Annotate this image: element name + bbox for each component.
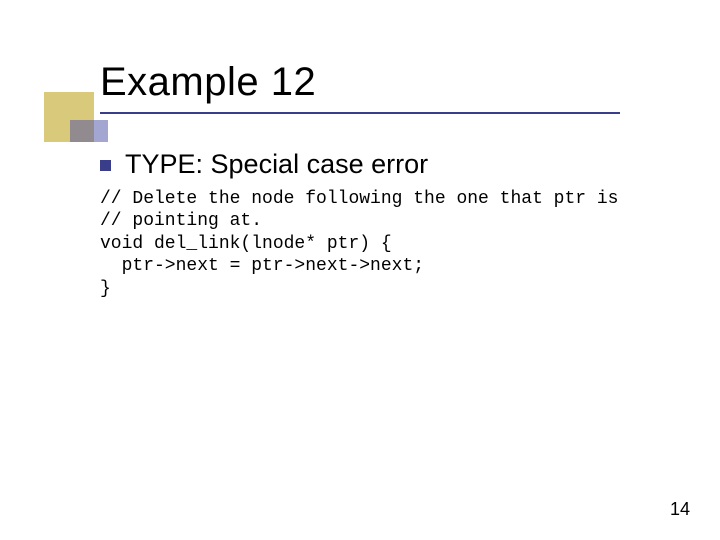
bullet-square-icon	[100, 160, 111, 171]
bullet-item: TYPE: Special case error	[100, 150, 670, 180]
slide-title: Example 12	[100, 60, 316, 105]
code-line-1: // Delete the node following the one tha…	[100, 189, 618, 209]
page-number: 14	[670, 499, 690, 520]
code-block: // Delete the node following the one tha…	[100, 188, 670, 301]
slide-body: TYPE: Special case error // Delete the n…	[100, 150, 670, 300]
code-line-2: // pointing at.	[100, 211, 262, 231]
slide: Example 12 TYPE: Special case error // D…	[0, 0, 720, 540]
title-accent-square-blue	[70, 120, 108, 142]
code-line-5: }	[100, 279, 111, 299]
bullet-text: TYPE: Special case error	[125, 150, 428, 180]
title-underline	[100, 112, 620, 114]
code-line-3: void del_link(lnode* ptr) {	[100, 234, 392, 254]
code-line-4: ptr->next = ptr->next->next;	[100, 256, 424, 276]
